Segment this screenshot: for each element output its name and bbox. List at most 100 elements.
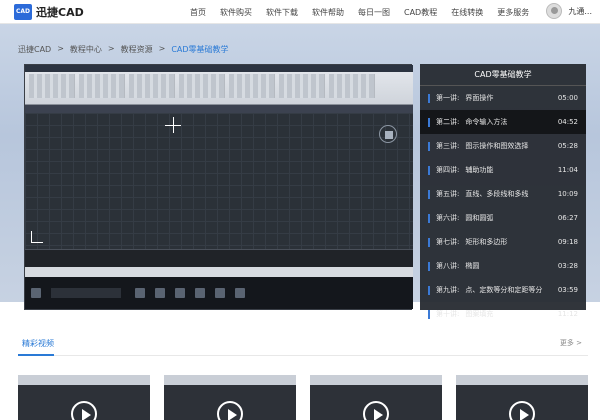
windows-taskbar [25,277,413,309]
taskbar-app-icon [155,288,165,298]
taskbar-app-icon [175,288,185,298]
lesson-duration: 05:28 [557,142,578,150]
breadcrumb: 迅捷CAD > 教程中心 > 教程资源 > CAD零基础教学 [18,44,235,55]
play-icon[interactable] [71,401,97,420]
lesson-item[interactable]: 第五讲: 直线、多段线和多线 10:09 [420,182,586,206]
logo-text: 迅捷CAD [36,5,84,19]
video-thumbnail[interactable] [456,375,588,420]
section-title[interactable]: 精彩视频 [22,338,54,349]
lesson-item[interactable]: 第四讲: 辅助功能 11:04 [420,158,586,182]
nav-daily-drawing[interactable]: 每日一图 [358,7,390,18]
lesson-duration: 03:28 [557,262,578,270]
lesson-name: 图案填充 [465,310,494,318]
breadcrumb-separator: > [107,44,115,53]
ribbon-group [179,74,225,98]
lesson-marker [428,309,430,319]
top-navbar: CAD 迅捷CAD 首页 软件购买 软件下载 软件帮助 每日一图 CAD教程 在… [0,0,600,24]
lesson-marker [428,237,430,247]
ribbon-group [329,74,375,98]
cad-ribbon-screenshot [25,65,413,105]
breadcrumb-tutorial-resources[interactable]: 教程资源 [121,44,153,55]
lesson-number: 第八讲: [436,262,460,270]
lesson-name: 界面操作 [465,94,494,102]
lesson-name: 图示操作和图效选择 [465,142,529,150]
viewcube-icon [379,125,397,143]
nav-online-convert[interactable]: 在线转换 [451,7,483,18]
nav-buy[interactable]: 软件购买 [220,7,252,18]
lesson-item[interactable]: 第三讲: 图示操作和图效选择 05:28 [420,134,586,158]
lesson-duration: 09:18 [557,238,578,246]
ribbon-group [229,74,275,98]
play-icon[interactable] [509,401,535,420]
lesson-marker [428,93,430,103]
lesson-marker [428,213,430,223]
thumbnail-ribbon [456,375,588,385]
nav-download[interactable]: 软件下载 [266,7,298,18]
breadcrumb-separator: > [158,44,166,53]
lesson-item[interactable]: 第十讲: 图案填充 11:12 [420,302,586,326]
taskbar-app-icon [195,288,205,298]
username[interactable]: 九通... [568,6,592,17]
main-nav: 首页 软件购买 软件下载 软件帮助 每日一图 CAD教程 在线转换 更多服务 [190,0,543,24]
lesson-item-active[interactable]: 第二讲: 命令输入方法 04:52 [420,110,586,134]
lesson-duration: 10:09 [557,190,578,198]
ribbon-group [129,74,175,98]
lesson-name: 直线、多段线和多线 [465,190,529,198]
lesson-number: 第七讲: [436,238,460,246]
lesson-marker [428,285,430,295]
lesson-name: 椭圆 [465,262,480,270]
lesson-duration: 06:27 [557,214,578,222]
video-thumbnail-row [18,375,588,420]
playlist-title: CAD零基础教学 [420,64,586,86]
lesson-marker [428,165,430,175]
taskbar-app-icon [215,288,225,298]
thumbnail-ribbon [310,375,442,385]
breadcrumb-tutorial-center[interactable]: 教程中心 [70,44,102,55]
taskbar-app-icon [235,288,245,298]
start-icon [31,288,41,298]
lesson-item[interactable]: 第九讲: 点、定数等分和定距等分 03:59 [420,278,586,302]
lesson-marker [428,141,430,151]
ribbon-group [279,74,325,98]
cad-titlebar [25,65,413,72]
ucs-axis-icon [31,231,43,243]
lesson-marker [428,189,430,199]
ribbon-group [29,74,75,98]
logo-badge: CAD [14,3,32,20]
lesson-name: 命令输入方法 [465,118,508,126]
lesson-duration: 05:00 [557,94,578,102]
crosshair-cursor-icon [173,117,174,133]
lesson-marker [428,117,430,127]
taskbar-search [51,288,121,298]
breadcrumb-home[interactable]: 迅捷CAD [18,44,51,55]
more-link[interactable]: 更多 > [560,338,582,348]
nav-more-services[interactable]: 更多服务 [497,7,529,18]
video-thumbnail[interactable] [310,375,442,420]
lesson-name: 圆和圆弧 [465,214,494,222]
lesson-duration: 11:12 [557,310,578,318]
lesson-item[interactable]: 第八讲: 椭圆 03:28 [420,254,586,278]
video-thumbnail[interactable] [18,375,150,420]
lesson-item[interactable]: 第六讲: 圆和圆弧 06:27 [420,206,586,230]
taskbar-app-icon [135,288,145,298]
nav-help[interactable]: 软件帮助 [312,7,344,18]
lesson-number: 第五讲: [436,190,460,198]
lesson-number: 第九讲: [436,286,460,294]
lesson-number: 第三讲: [436,142,460,150]
lesson-item[interactable]: 第七讲: 矩形和多边形 09:18 [420,230,586,254]
lesson-number: 第十讲: [436,310,460,318]
site-logo[interactable]: CAD 迅捷CAD [14,3,84,20]
cad-command-line [25,249,413,267]
play-icon[interactable] [363,401,389,420]
featured-videos-header: 精彩视频 更多 > [18,336,588,356]
lesson-item[interactable]: 第一讲: 界面操作 05:00 [420,86,586,110]
video-thumbnail[interactable] [164,375,296,420]
lesson-number: 第二讲: [436,118,460,126]
user-area[interactable]: 九通... [546,3,592,19]
nav-tutorials[interactable]: CAD教程 [404,7,437,18]
video-player[interactable] [24,64,413,310]
play-icon[interactable] [217,401,243,420]
avatar[interactable] [546,3,563,19]
video-hero: 迅捷CAD > 教程中心 > 教程资源 > CAD零基础教学 CAD零基础教学 … [0,24,600,319]
nav-home[interactable]: 首页 [190,7,206,18]
